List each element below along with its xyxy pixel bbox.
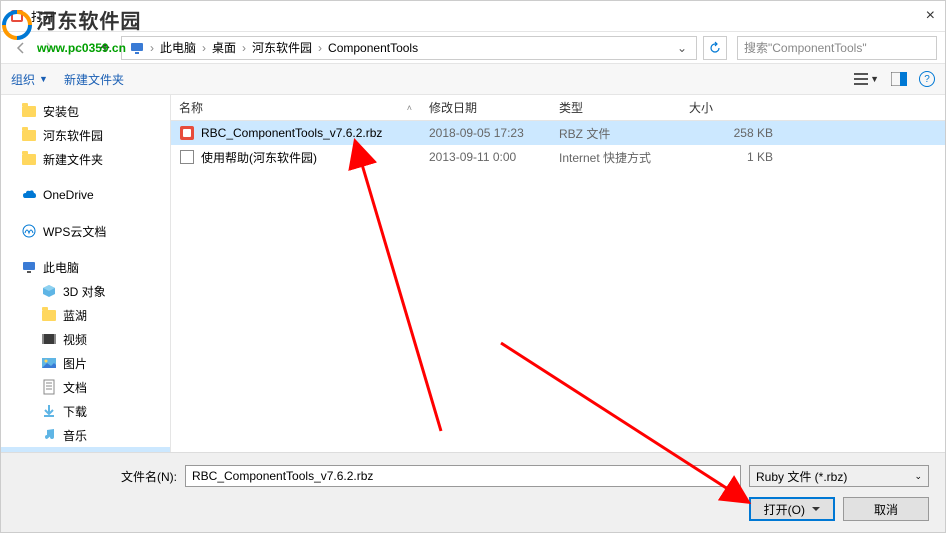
view-mode-button[interactable]: ▼ [854,72,879,86]
organize-button[interactable]: 组织 ▼ [11,71,48,88]
close-icon[interactable]: × [926,7,935,25]
chevron-down-icon[interactable]: ⌄ [672,41,692,55]
titlebar: 打开 × [1,1,945,31]
cancel-button[interactable]: 取消 [843,497,929,521]
nav-back-icon[interactable] [9,36,33,60]
toolbar: 组织 ▼ 新建文件夹 ▼ ? [1,63,945,95]
video-icon [41,331,57,347]
col-size[interactable]: 大小 [681,99,781,116]
sidebar-item-4[interactable]: WPS云文档 [1,219,170,243]
nav-up-icon[interactable] [93,36,117,60]
file-size: 258 KB [681,126,781,140]
sidebar-item-label: 新建文件夹 [43,151,103,168]
breadcrumb-item[interactable]: 桌面 [208,39,240,56]
rbz-icon [179,125,195,141]
sidebar-item-10[interactable]: 文档 [1,375,170,399]
chevron-right-icon[interactable]: › [150,41,154,55]
refresh-icon[interactable] [703,36,727,60]
link-icon [179,149,195,165]
column-headers: 名称˄ 修改日期 类型 大小 [171,95,945,121]
main-area: 安装包河东软件园新建文件夹 OneDrive WPS云文档此电脑 3D 对象蓝湖视频图… [1,95,945,453]
file-row[interactable]: RBC_ComponentTools_v7.6.2.rbz 2018-09-05 … [171,121,945,145]
filetype-select[interactable]: Ruby 文件 (*.rbz) ⌄ [749,465,929,487]
sidebar-item-label: 下载 [63,403,87,420]
sidebar-item-5[interactable]: 此电脑 [1,255,170,279]
sidebar-item-3[interactable]: OneDrive [1,183,170,207]
chevron-right-icon[interactable]: › [202,41,206,55]
sidebar-item-label: 视频 [63,331,87,348]
sidebar: 安装包河东软件园新建文件夹 OneDrive WPS云文档此电脑 3D 对象蓝湖视频图… [1,95,171,453]
open-button[interactable]: 打开(O) [749,497,835,521]
3d-icon [41,283,57,299]
window-title: 打开 [31,8,55,25]
chevron-right-icon[interactable]: › [242,41,246,55]
preview-pane-button[interactable] [891,72,907,86]
search-input[interactable]: 搜索"ComponentTools" [737,36,937,60]
filename-label: 文件名(N): [17,468,177,485]
breadcrumb-item[interactable]: 河东软件园 [248,39,316,56]
nav-forward-icon[interactable] [37,36,61,60]
breadcrumb-item[interactable]: 此电脑 [156,39,200,56]
sidebar-item-label: 此电脑 [43,259,79,276]
wps-icon [21,223,37,239]
app-icon [9,8,25,24]
sidebar-item-label: 文档 [63,379,87,396]
navbar: ⌄ › 此电脑 › 桌面 › 河东软件园 › ComponentTools ⌄ … [1,31,945,63]
file-name: 使用帮助(河东软件园) [201,149,317,166]
sidebar-item-0[interactable]: 安装包 [1,99,170,123]
sidebar-item-11[interactable]: 下载 [1,399,170,423]
pc-icon[interactable] [126,41,148,55]
file-list: 名称˄ 修改日期 类型 大小 RBC_ComponentTools_v7.6.2… [171,95,945,453]
chevron-down-icon: ▼ [39,74,48,84]
pictures-icon [41,355,57,371]
file-row[interactable]: 使用帮助(河东软件园) 2013-09-11 0:00Internet 快捷方式1… [171,145,945,169]
file-type: RBZ 文件 [551,125,681,142]
folder-icon [21,127,37,143]
pc-icon [21,259,37,275]
folder-icon [21,103,37,119]
music-icon [41,427,57,443]
file-date: 2018-09-05 17:23 [421,126,551,140]
chevron-down-icon: ⌄ [914,471,922,482]
search-placeholder: 搜索"ComponentTools" [744,39,867,56]
file-size: 1 KB [681,150,781,164]
col-name[interactable]: 名称˄ [171,99,421,116]
sidebar-item-label: 河东软件园 [43,127,103,144]
sidebar-item-2[interactable]: 新建文件夹 [1,147,170,171]
sidebar-item-label: 图片 [63,355,87,372]
sidebar-item-label: 蓝湖 [63,307,87,324]
sidebar-item-label: 3D 对象 [63,283,106,300]
folder-icon [41,307,57,323]
file-date: 2013-09-11 0:00 [421,150,551,164]
sidebar-item-label: WPS云文档 [43,223,106,240]
sidebar-item-9[interactable]: 图片 [1,351,170,375]
sidebar-item-6[interactable]: 3D 对象 [1,279,170,303]
sidebar-item-1[interactable]: 河东软件园 [1,123,170,147]
breadcrumb[interactable]: › 此电脑 › 桌面 › 河东软件园 › ComponentTools ⌄ [121,36,697,60]
breadcrumb-item[interactable]: ComponentTools [324,41,422,55]
col-date[interactable]: 修改日期 [421,99,551,116]
dialog-footer: 文件名(N): Ruby 文件 (*.rbz) ⌄ 打开(O) 取消 [1,452,945,532]
new-folder-button[interactable]: 新建文件夹 [64,71,124,88]
file-name: RBC_ComponentTools_v7.6.2.rbz [201,126,382,140]
help-icon[interactable]: ? [919,71,935,87]
chevron-right-icon[interactable]: › [318,41,322,55]
onedrive-icon [21,187,37,203]
downloads-icon [41,403,57,419]
filename-input[interactable] [185,465,741,487]
folder-icon [21,151,37,167]
sidebar-item-12[interactable]: 音乐 [1,423,170,447]
col-type[interactable]: 类型 [551,99,681,116]
sidebar-item-label: OneDrive [43,188,94,202]
sidebar-item-label: 音乐 [63,427,87,444]
nav-recent-icon[interactable]: ⌄ [65,36,89,60]
file-type: Internet 快捷方式 [551,149,681,166]
sidebar-item-8[interactable]: 视频 [1,327,170,351]
docs-icon [41,379,57,395]
sidebar-item-7[interactable]: 蓝湖 [1,303,170,327]
sidebar-item-label: 安装包 [43,103,79,120]
